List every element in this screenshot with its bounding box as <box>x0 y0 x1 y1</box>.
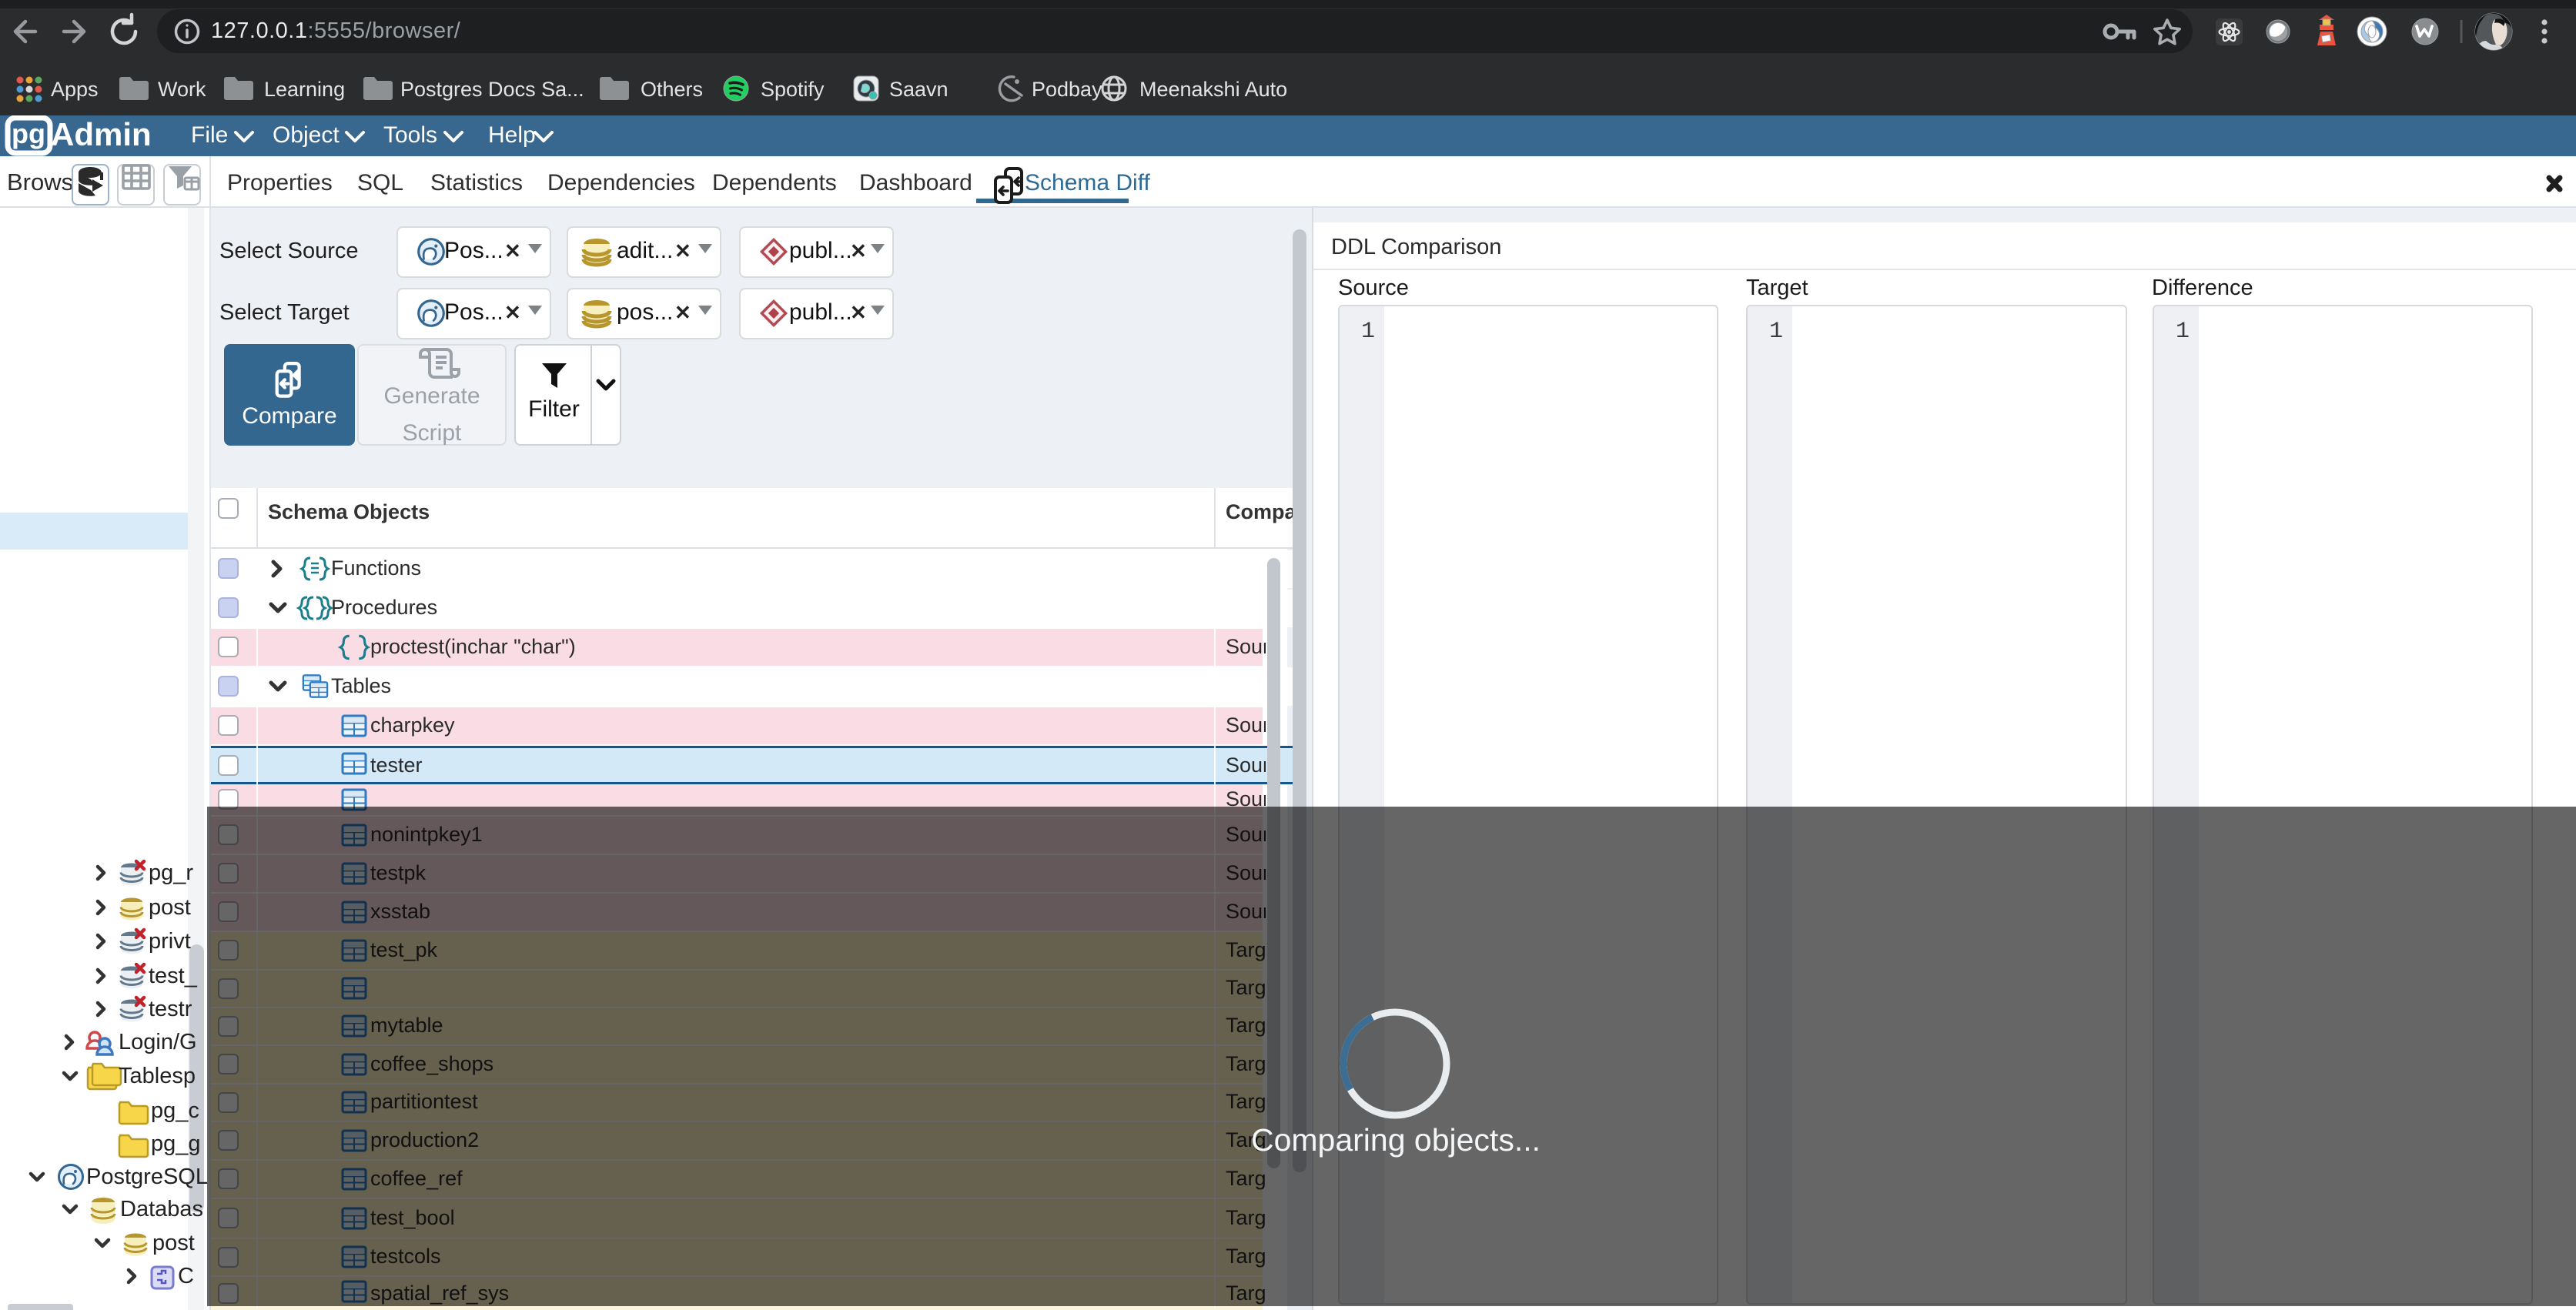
svg-text:pg: pg <box>12 118 45 149</box>
